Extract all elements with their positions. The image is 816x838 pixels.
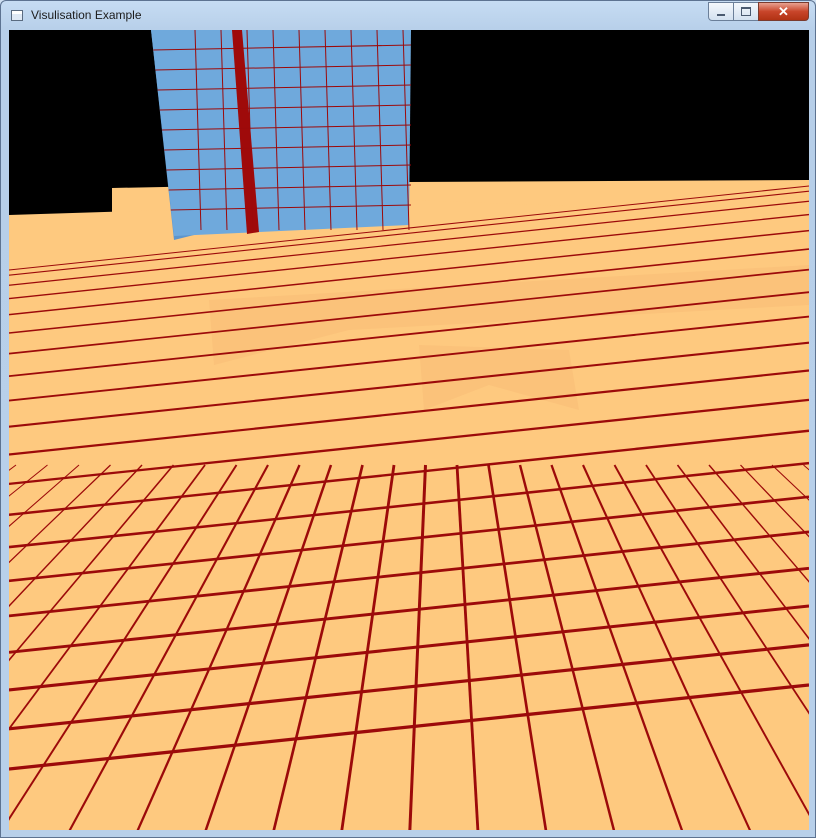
close-icon: ✕ <box>778 3 789 19</box>
3d-scene <box>9 30 809 830</box>
maximize-button[interactable] <box>733 2 759 21</box>
maximize-icon <box>734 3 758 20</box>
title-bar[interactable]: Visulisation Example ✕ <box>1 1 815 30</box>
minimize-button[interactable] <box>708 2 734 21</box>
minimize-icon <box>709 3 733 20</box>
app-window: Visulisation Example ✕ <box>0 0 816 838</box>
app-window-icon <box>11 10 23 21</box>
close-button[interactable]: ✕ <box>758 2 809 21</box>
blue-tower <box>151 30 411 240</box>
window-title: Visulisation Example <box>31 8 142 22</box>
render-viewport[interactable] <box>9 30 809 830</box>
